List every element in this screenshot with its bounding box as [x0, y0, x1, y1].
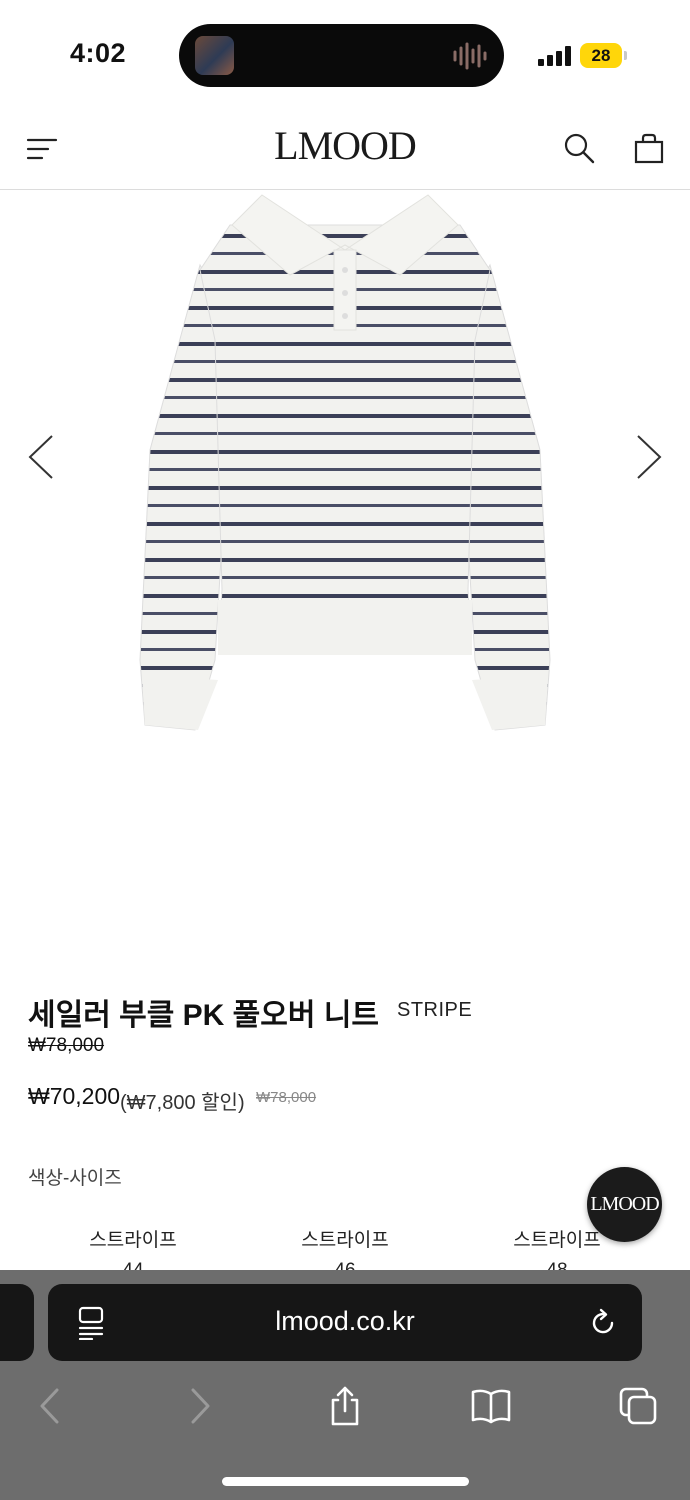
product-color: STRIPE — [397, 999, 473, 1021]
forward-icon[interactable] — [180, 1386, 220, 1426]
sweater-hem — [218, 600, 472, 655]
now-playing-thumbnail — [195, 36, 234, 75]
option-name[interactable]: 스트라이프 — [275, 1225, 415, 1252]
status-bar: 4:02 28 — [0, 0, 690, 108]
bookmarks-icon[interactable] — [471, 1386, 511, 1426]
status-time: 4:02 — [70, 38, 127, 68]
tabs-icon[interactable] — [618, 1386, 658, 1426]
reload-icon[interactable] — [588, 1308, 618, 1338]
back-icon[interactable] — [30, 1386, 70, 1426]
right-cuff — [472, 675, 548, 730]
browser-toolbar: lmood.co.kr — [0, 1270, 690, 1500]
discount-amount: (₩7,800 할인) — [120, 1092, 245, 1114]
option-name[interactable]: 스트라이프 — [63, 1225, 203, 1252]
sale-price: ₩70,200 — [28, 1083, 121, 1109]
battery-tip — [624, 51, 627, 60]
address-bar[interactable]: lmood.co.kr — [48, 1284, 642, 1361]
original-price: ₩78,000 — [28, 1035, 105, 1056]
product-title: 세일러 부클 PK 풀오버 니트 — [28, 999, 380, 1032]
left-cuff — [142, 675, 218, 730]
bag-icon[interactable] — [633, 132, 665, 164]
chevron-right-icon[interactable] — [634, 432, 664, 482]
dynamic-island[interactable] — [179, 24, 504, 87]
home-indicator — [222, 1477, 469, 1486]
url-text[interactable]: lmood.co.kr — [48, 1306, 642, 1337]
button — [342, 267, 348, 273]
original-price-small: ₩78,000 — [256, 1089, 317, 1106]
product-image[interactable] — [0, 190, 690, 950]
option-label: 색상-사이즈 — [28, 1168, 122, 1189]
search-icon[interactable] — [563, 132, 595, 164]
previous-tab-preview[interactable] — [0, 1284, 34, 1361]
button — [342, 290, 348, 296]
site-header: LMOOD — [0, 108, 690, 190]
share-icon[interactable] — [325, 1386, 365, 1426]
chevron-left-icon[interactable] — [26, 432, 56, 482]
cellular-signal-icon — [538, 46, 571, 66]
chat-button[interactable]: LMOOD — [587, 1167, 662, 1242]
battery-indicator: 28 — [580, 43, 622, 68]
button — [342, 313, 348, 319]
audio-wave-icon — [453, 42, 487, 70]
